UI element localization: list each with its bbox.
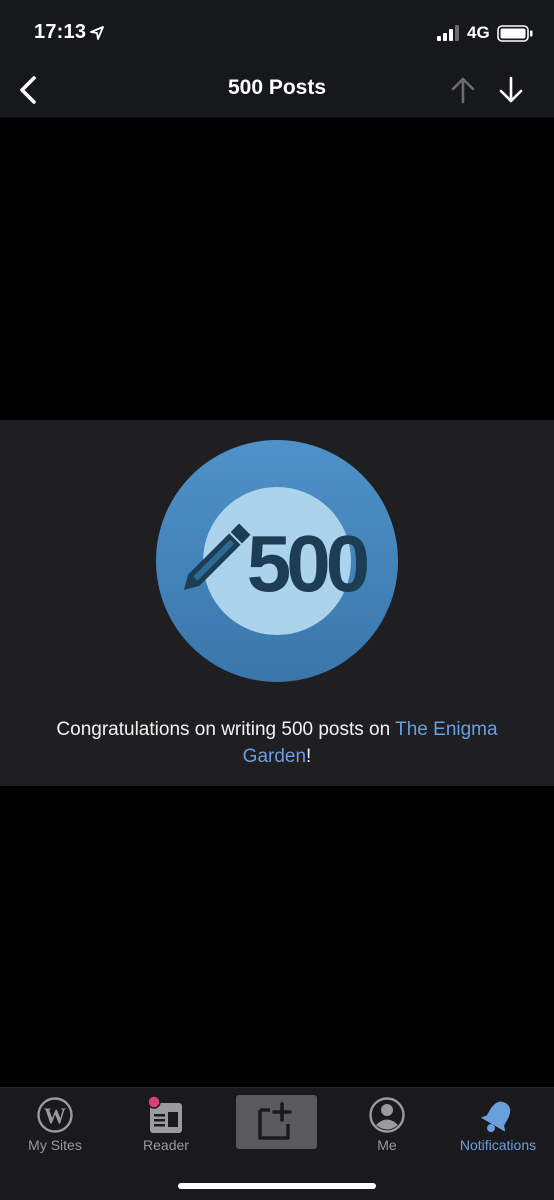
battery-icon	[497, 25, 533, 42]
arrow-up-icon	[451, 77, 475, 104]
wordpress-icon: W	[37, 1097, 73, 1133]
congratulations-message: Congratulations on writing 500 posts on …	[30, 716, 524, 770]
previous-notification-button[interactable]	[448, 74, 478, 106]
status-time: 17:13	[34, 21, 87, 43]
status-bar: 17:13 4G	[0, 0, 554, 62]
tab-my-sites[interactable]: W My Sites	[10, 1088, 100, 1168]
arrow-down-icon	[499, 76, 523, 103]
next-notification-button[interactable]	[496, 74, 526, 106]
unread-dot	[147, 1096, 161, 1109]
home-indicator[interactable]	[178, 1183, 376, 1189]
navigation-bar: 500 Posts	[0, 62, 554, 118]
tab-me[interactable]: Me	[342, 1088, 432, 1168]
write-post-button[interactable]	[236, 1095, 317, 1149]
achievement-badge: 500	[156, 440, 398, 682]
message-suffix: !	[306, 746, 312, 767]
svg-text:W: W	[44, 1103, 66, 1128]
signal-bars-icon	[437, 25, 459, 41]
tab-notifications[interactable]: Notifications	[448, 1088, 548, 1168]
write-post-icon	[258, 1102, 292, 1140]
tab-label: Reader	[143, 1137, 189, 1153]
location-arrow-icon	[90, 26, 104, 40]
network-type: 4G	[467, 23, 490, 42]
bell-icon	[480, 1101, 511, 1133]
tab-label: Me	[377, 1137, 397, 1153]
tab-label: My Sites	[28, 1137, 82, 1153]
badge-number: 500	[247, 519, 368, 608]
reader-icon	[147, 1096, 182, 1133]
tab-label: Notifications	[459, 1137, 537, 1153]
tab-reader[interactable]: Reader	[121, 1088, 211, 1168]
message-text: Congratulations on writing 500 posts on	[56, 719, 396, 740]
user-icon	[369, 1097, 405, 1133]
